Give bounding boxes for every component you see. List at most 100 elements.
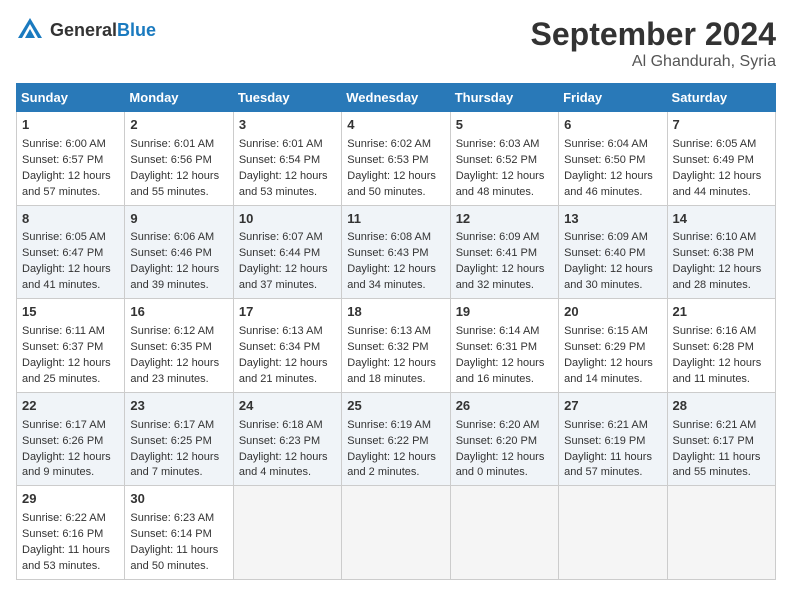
calendar-cell: 10Sunrise: 6:07 AMSunset: 6:44 PMDayligh… bbox=[233, 205, 341, 299]
daylight-text: Daylight: 12 hours and 0 minutes. bbox=[456, 450, 553, 482]
sunset-text: Sunset: 6:28 PM bbox=[673, 340, 770, 356]
sunrise-text: Sunrise: 6:01 AM bbox=[239, 137, 336, 153]
title-block: September 2024 Al Ghandurah, Syria bbox=[531, 16, 776, 71]
sunset-text: Sunset: 6:26 PM bbox=[22, 434, 119, 450]
day-header-friday: Friday bbox=[559, 84, 667, 112]
day-header-saturday: Saturday bbox=[667, 84, 775, 112]
daylight-text: Daylight: 12 hours and 30 minutes. bbox=[564, 262, 661, 294]
day-number: 23 bbox=[130, 397, 227, 416]
sunrise-text: Sunrise: 6:12 AM bbox=[130, 324, 227, 340]
sunrise-text: Sunrise: 6:22 AM bbox=[22, 511, 119, 527]
sunset-text: Sunset: 6:54 PM bbox=[239, 153, 336, 169]
daylight-text: Daylight: 12 hours and 23 minutes. bbox=[130, 356, 227, 388]
day-number: 11 bbox=[347, 210, 444, 229]
day-number: 14 bbox=[673, 210, 770, 229]
sunset-text: Sunset: 6:53 PM bbox=[347, 153, 444, 169]
calendar-cell: 3Sunrise: 6:01 AMSunset: 6:54 PMDaylight… bbox=[233, 112, 341, 206]
calendar-cell: 27Sunrise: 6:21 AMSunset: 6:19 PMDayligh… bbox=[559, 392, 667, 486]
daylight-text: Daylight: 12 hours and 18 minutes. bbox=[347, 356, 444, 388]
sunset-text: Sunset: 6:38 PM bbox=[673, 246, 770, 262]
calendar-cell bbox=[342, 486, 450, 580]
daylight-text: Daylight: 12 hours and 11 minutes. bbox=[673, 356, 770, 388]
sunrise-text: Sunrise: 6:07 AM bbox=[239, 230, 336, 246]
sunrise-text: Sunrise: 6:21 AM bbox=[564, 418, 661, 434]
day-number: 10 bbox=[239, 210, 336, 229]
sunset-text: Sunset: 6:40 PM bbox=[564, 246, 661, 262]
sunset-text: Sunset: 6:50 PM bbox=[564, 153, 661, 169]
logo-blue: Blue bbox=[117, 20, 156, 40]
logo-general: General bbox=[50, 20, 117, 40]
sunset-text: Sunset: 6:14 PM bbox=[130, 527, 227, 543]
calendar-cell: 20Sunrise: 6:15 AMSunset: 6:29 PMDayligh… bbox=[559, 299, 667, 393]
day-number: 5 bbox=[456, 116, 553, 135]
sunrise-text: Sunrise: 6:21 AM bbox=[673, 418, 770, 434]
day-number: 27 bbox=[564, 397, 661, 416]
daylight-text: Daylight: 12 hours and 2 minutes. bbox=[347, 450, 444, 482]
page-header: GeneralBlue September 2024 Al Ghandurah,… bbox=[16, 16, 776, 71]
daylight-text: Daylight: 12 hours and 32 minutes. bbox=[456, 262, 553, 294]
sunset-text: Sunset: 6:31 PM bbox=[456, 340, 553, 356]
calendar-cell bbox=[233, 486, 341, 580]
day-header-sunday: Sunday bbox=[17, 84, 125, 112]
daylight-text: Daylight: 12 hours and 34 minutes. bbox=[347, 262, 444, 294]
sunrise-text: Sunrise: 6:03 AM bbox=[456, 137, 553, 153]
calendar-cell: 9Sunrise: 6:06 AMSunset: 6:46 PMDaylight… bbox=[125, 205, 233, 299]
day-number: 25 bbox=[347, 397, 444, 416]
day-header-tuesday: Tuesday bbox=[233, 84, 341, 112]
calendar-week-row: 8Sunrise: 6:05 AMSunset: 6:47 PMDaylight… bbox=[17, 205, 776, 299]
calendar-cell: 28Sunrise: 6:21 AMSunset: 6:17 PMDayligh… bbox=[667, 392, 775, 486]
sunset-text: Sunset: 6:56 PM bbox=[130, 153, 227, 169]
sunrise-text: Sunrise: 6:23 AM bbox=[130, 511, 227, 527]
calendar-cell: 1Sunrise: 6:00 AMSunset: 6:57 PMDaylight… bbox=[17, 112, 125, 206]
calendar-cell: 18Sunrise: 6:13 AMSunset: 6:32 PMDayligh… bbox=[342, 299, 450, 393]
calendar-cell: 2Sunrise: 6:01 AMSunset: 6:56 PMDaylight… bbox=[125, 112, 233, 206]
sunset-text: Sunset: 6:22 PM bbox=[347, 434, 444, 450]
sunrise-text: Sunrise: 6:15 AM bbox=[564, 324, 661, 340]
sunset-text: Sunset: 6:20 PM bbox=[456, 434, 553, 450]
daylight-text: Daylight: 11 hours and 53 minutes. bbox=[22, 543, 119, 575]
sunrise-text: Sunrise: 6:05 AM bbox=[22, 230, 119, 246]
sunset-text: Sunset: 6:25 PM bbox=[130, 434, 227, 450]
calendar-week-row: 22Sunrise: 6:17 AMSunset: 6:26 PMDayligh… bbox=[17, 392, 776, 486]
sunset-text: Sunset: 6:49 PM bbox=[673, 153, 770, 169]
sunrise-text: Sunrise: 6:19 AM bbox=[347, 418, 444, 434]
sunrise-text: Sunrise: 6:09 AM bbox=[564, 230, 661, 246]
calendar-table: SundayMondayTuesdayWednesdayThursdayFrid… bbox=[16, 83, 776, 580]
calendar-cell: 26Sunrise: 6:20 AMSunset: 6:20 PMDayligh… bbox=[450, 392, 558, 486]
calendar-title: September 2024 bbox=[531, 16, 776, 53]
sunrise-text: Sunrise: 6:06 AM bbox=[130, 230, 227, 246]
sunrise-text: Sunrise: 6:02 AM bbox=[347, 137, 444, 153]
daylight-text: Daylight: 12 hours and 21 minutes. bbox=[239, 356, 336, 388]
day-header-monday: Monday bbox=[125, 84, 233, 112]
sunset-text: Sunset: 6:37 PM bbox=[22, 340, 119, 356]
day-number: 9 bbox=[130, 210, 227, 229]
day-number: 20 bbox=[564, 303, 661, 322]
calendar-week-row: 1Sunrise: 6:00 AMSunset: 6:57 PMDaylight… bbox=[17, 112, 776, 206]
daylight-text: Daylight: 12 hours and 48 minutes. bbox=[456, 169, 553, 201]
calendar-cell: 24Sunrise: 6:18 AMSunset: 6:23 PMDayligh… bbox=[233, 392, 341, 486]
daylight-text: Daylight: 12 hours and 41 minutes. bbox=[22, 262, 119, 294]
calendar-cell: 25 Sunrise: 6:19 AMSunset: 6:22 PMDayligh… bbox=[342, 392, 450, 486]
day-number: 12 bbox=[456, 210, 553, 229]
daylight-text: Daylight: 12 hours and 14 minutes. bbox=[564, 356, 661, 388]
sunset-text: Sunset: 6:57 PM bbox=[22, 153, 119, 169]
day-number: 29 bbox=[22, 490, 119, 509]
daylight-text: Daylight: 12 hours and 4 minutes. bbox=[239, 450, 336, 482]
sunrise-text: Sunrise: 6:18 AM bbox=[239, 418, 336, 434]
calendar-cell: 16Sunrise: 6:12 AMSunset: 6:35 PMDayligh… bbox=[125, 299, 233, 393]
sunset-text: Sunset: 6:43 PM bbox=[347, 246, 444, 262]
calendar-subtitle: Al Ghandurah, Syria bbox=[531, 53, 776, 71]
sunset-text: Sunset: 6:34 PM bbox=[239, 340, 336, 356]
calendar-cell: 19Sunrise: 6:14 AMSunset: 6:31 PMDayligh… bbox=[450, 299, 558, 393]
sunrise-text: Sunrise: 6:13 AM bbox=[347, 324, 444, 340]
daylight-text: Daylight: 12 hours and 46 minutes. bbox=[564, 169, 661, 201]
daylight-text: Daylight: 12 hours and 50 minutes. bbox=[347, 169, 444, 201]
calendar-cell bbox=[559, 486, 667, 580]
daylight-text: Daylight: 12 hours and 16 minutes. bbox=[456, 356, 553, 388]
sunrise-text: Sunrise: 6:20 AM bbox=[456, 418, 553, 434]
sunrise-text: Sunrise: 6:17 AM bbox=[22, 418, 119, 434]
daylight-text: Daylight: 12 hours and 44 minutes. bbox=[673, 169, 770, 201]
calendar-cell: 12Sunrise: 6:09 AMSunset: 6:41 PMDayligh… bbox=[450, 205, 558, 299]
sunrise-text: Sunrise: 6:09 AM bbox=[456, 230, 553, 246]
sunset-text: Sunset: 6:47 PM bbox=[22, 246, 119, 262]
